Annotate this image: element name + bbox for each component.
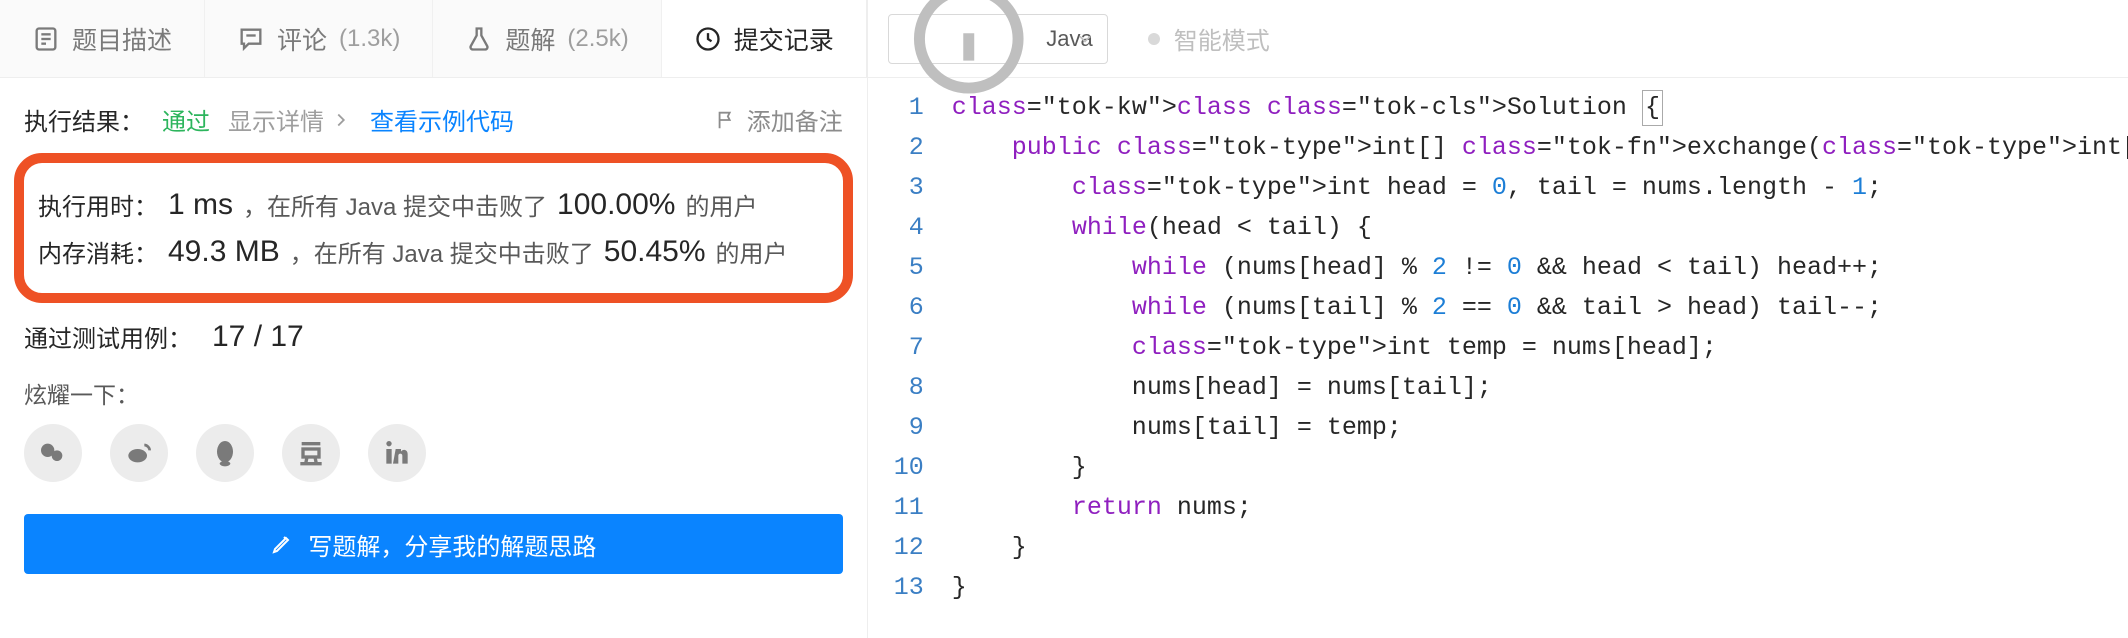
stats-highlight-box: 执行用时： 1 ms ，在所有 Java 提交中击败了 100.00% 的用户 … — [14, 153, 853, 303]
share-icons — [24, 424, 843, 482]
add-note-link[interactable]: 添加备注 — [715, 102, 843, 137]
history-icon — [694, 25, 722, 53]
douban-icon[interactable] — [282, 424, 340, 482]
smart-mode-label: 智能模式 — [1174, 21, 1270, 56]
stat-mem-line: 内存消耗： 49.3 MB ，在所有 Java 提交中击败了 50.45% 的用… — [38, 228, 829, 275]
show-detail-link[interactable]: 显示详情 — [228, 102, 352, 137]
stat-tail: 的用户 — [685, 187, 757, 222]
stat-pct: 100.00% — [557, 188, 675, 222]
flag-icon — [715, 109, 737, 131]
stat-text: ，在所有 Java 提交中击败了 — [290, 234, 594, 269]
flask-icon — [465, 25, 493, 53]
stat-tail: 的用户 — [716, 234, 788, 269]
stat-time-line: 执行用时： 1 ms ，在所有 Java 提交中击败了 100.00% 的用户 — [38, 181, 829, 228]
comment-icon — [237, 25, 265, 53]
stat-text: ，在所有 Java 提交中击败了 — [243, 187, 547, 222]
stat-label: 内存消耗： — [38, 234, 158, 269]
language-select[interactable]: Java — [888, 14, 1108, 64]
write-solution-label: 写题解，分享我的解题思路 — [308, 527, 596, 562]
share-section: 炫耀一下： — [0, 358, 867, 486]
tab-count: (2.5k) — [567, 25, 628, 53]
left-pane: 题目描述 评论 (1.3k) 题解 (2.5k) 提交记录 执行结果： 通过 显… — [0, 0, 868, 638]
editor-toolbar: Java 智能模式 — [868, 0, 2128, 78]
tab-label: 评论 — [277, 21, 327, 57]
tab-label: 题解 — [505, 21, 555, 57]
status-dot-icon — [1148, 33, 1160, 45]
tab-bar: 题目描述 评论 (1.3k) 题解 (2.5k) 提交记录 — [0, 0, 867, 78]
chevron-right-icon — [330, 109, 352, 131]
code-content[interactable]: class="tok-kw">class class="tok-cls">Sol… — [938, 78, 2128, 638]
tab-comments[interactable]: 评论 (1.3k) — [205, 0, 433, 77]
tab-solutions[interactable]: 题解 (2.5k) — [433, 0, 661, 77]
document-icon — [32, 25, 60, 53]
pencil-icon — [270, 532, 294, 556]
line-gutter: 12345678910111213 — [868, 78, 938, 638]
tab-label: 提交记录 — [734, 21, 834, 57]
result-status: 通过 — [162, 102, 210, 137]
stat-pct: 50.45% — [604, 235, 706, 269]
weibo-icon[interactable] — [110, 424, 168, 482]
result-label: 执行结果： — [24, 102, 144, 137]
cases-label: 通过测试用例： — [24, 319, 192, 354]
chevron-down-icon — [1075, 29, 1095, 49]
result-bar: 执行结果： 通过 显示详情 查看示例代码 添加备注 — [0, 78, 867, 147]
test-cases-row: 通过测试用例： 17 / 17 — [0, 303, 867, 358]
info-icon — [903, 0, 1035, 104]
write-solution-button[interactable]: 写题解，分享我的解题思路 — [24, 514, 843, 574]
wechat-icon[interactable] — [24, 424, 82, 482]
tab-count: (1.3k) — [339, 25, 400, 53]
share-label: 炫耀一下： — [24, 376, 843, 410]
code-editor[interactable]: 12345678910111213 class="tok-kw">class c… — [868, 78, 2128, 638]
linkedin-icon[interactable] — [368, 424, 426, 482]
stat-label: 执行用时： — [38, 187, 158, 222]
stat-value: 1 ms — [168, 188, 233, 222]
tab-label: 题目描述 — [72, 21, 172, 57]
view-sample-link[interactable]: 查看示例代码 — [370, 102, 514, 137]
right-pane: Java 智能模式 12345678910111213 class="tok-k… — [868, 0, 2128, 638]
smart-mode-toggle[interactable]: 智能模式 — [1148, 21, 1270, 56]
tab-submissions[interactable]: 提交记录 — [662, 0, 867, 77]
stat-value: 49.3 MB — [168, 235, 280, 269]
qq-icon[interactable] — [196, 424, 254, 482]
tab-description[interactable]: 题目描述 — [0, 0, 205, 77]
cases-value: 17 / 17 — [212, 320, 304, 354]
